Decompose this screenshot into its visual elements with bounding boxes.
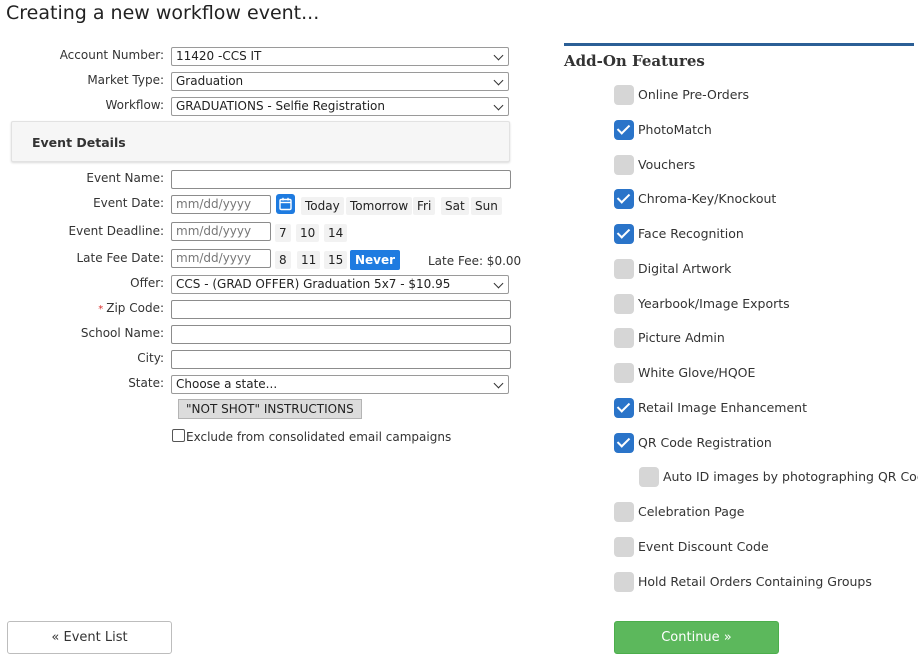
event-deadline-10[interactable]: 10 (296, 224, 320, 242)
addon-feature-label: Yearbook/Image Exports (638, 296, 790, 311)
city-label: City: (137, 351, 164, 365)
addon-feature-label: Vouchers (638, 157, 696, 172)
late-fee-15[interactable]: 15 (324, 251, 348, 269)
event-details-heading: Event Details (32, 135, 126, 150)
event-date-sun[interactable]: Sun (471, 197, 502, 215)
event-date-fri[interactable]: Fri (413, 197, 436, 215)
event-deadline-7[interactable]: 7 (275, 224, 291, 242)
event-date-tomorrow[interactable]: Tomorrow (346, 197, 413, 215)
continue-button[interactable]: Continue » (614, 621, 779, 654)
checkbox-unchecked-icon[interactable] (614, 537, 634, 557)
late-fee-date-label: Late Fee Date: (76, 251, 165, 265)
addon-feature-label: Retail Image Enhancement (638, 400, 807, 415)
event-date-label: Event Date: (93, 196, 164, 210)
account-number-label: Account Number: (59, 48, 164, 62)
exclude-email-label: Exclude from consolidated email campaign… (186, 430, 452, 444)
city-input[interactable] (171, 350, 511, 369)
checkbox-unchecked-icon[interactable] (614, 85, 634, 105)
event-name-input[interactable] (171, 170, 511, 189)
addon-feature-label: Auto ID images by photographing QR Code (663, 469, 918, 484)
page-title: Creating a new workflow event... (6, 2, 320, 24)
required-mark: * (98, 304, 104, 315)
event-date-input[interactable]: mm/dd/yyyy (171, 195, 271, 214)
addon-feature-label: Event Discount Code (638, 539, 769, 554)
addon-feature-label: Online Pre-Orders (638, 87, 750, 102)
zip-code-label-text: Zip Code: (106, 301, 164, 315)
checkbox-unchecked-icon[interactable] (614, 259, 634, 279)
event-date-sat[interactable]: Sat (441, 197, 469, 215)
event-date-today[interactable]: Today (301, 197, 344, 215)
offer-label: Offer: (130, 276, 164, 290)
market-type-label: Market Type: (87, 73, 164, 87)
checkbox-unchecked-icon[interactable] (614, 294, 634, 314)
late-fee-amount: Late Fee: $0.00 (428, 254, 522, 268)
late-fee-11[interactable]: 11 (297, 251, 321, 269)
state-select[interactable]: Choose a state... (171, 375, 509, 394)
school-name-label: School Name: (80, 326, 164, 340)
offer-select[interactable]: CCS - (GRAD OFFER) Graduation 5x7 - $10.… (171, 275, 509, 294)
account-number-select[interactable]: 11420 -CCS IT (171, 47, 509, 66)
late-fee-date-input[interactable]: mm/dd/yyyy (171, 249, 271, 268)
event-list-button[interactable]: « Event List (7, 621, 172, 654)
checkbox-unchecked-icon[interactable] (614, 328, 634, 348)
exclude-email-row[interactable]: Exclude from consolidated email campaign… (172, 429, 451, 444)
account-number-value: 11420 -CCS IT (176, 49, 262, 63)
checkbox-unchecked-icon[interactable] (614, 155, 634, 175)
event-name-label: Event Name: (86, 171, 164, 185)
event-deadline-input[interactable]: mm/dd/yyyy (171, 222, 271, 241)
checkbox-checked-icon[interactable] (614, 189, 634, 209)
addon-feature-label: Picture Admin (638, 330, 725, 345)
addon-feature-label: QR Code Registration (638, 435, 772, 450)
workflow-value: GRADUATIONS - Selfie Registration (176, 99, 385, 113)
event-deadline-label: Event Deadline: (68, 224, 164, 238)
addon-feature-label: PhotoMatch (638, 122, 712, 137)
state-label: State: (128, 376, 164, 390)
addon-feature-label: Hold Retail Orders Containing Groups (638, 574, 872, 589)
checkbox-unchecked-icon[interactable] (614, 502, 634, 522)
addon-feature-label: Digital Artwork (638, 261, 732, 276)
school-name-input[interactable] (171, 325, 511, 344)
event-deadline-14[interactable]: 14 (324, 224, 348, 242)
checkbox-unchecked-icon[interactable] (639, 467, 659, 487)
workflow-label: Workflow: (105, 98, 165, 112)
offer-value: CCS - (GRAD OFFER) Graduation 5x7 - $10.… (176, 277, 451, 291)
workflow-select[interactable]: GRADUATIONS - Selfie Registration (171, 97, 509, 116)
addon-feature-label: Chroma-Key/Knockout (638, 191, 777, 206)
checkbox-checked-icon[interactable] (614, 433, 634, 453)
addon-feature-label: White Glove/HQOE (638, 365, 756, 380)
not-shot-instructions-button[interactable]: "NOT SHOT" INSTRUCTIONS (178, 399, 362, 419)
state-value: Choose a state... (176, 377, 278, 391)
late-fee-never-button[interactable]: Never (350, 250, 401, 270)
checkbox-checked-icon[interactable] (614, 120, 634, 140)
event-details-header: Event Details (11, 121, 510, 162)
zip-code-input[interactable] (171, 300, 511, 319)
addon-accent-bar (564, 43, 914, 46)
addon-feature-label: Celebration Page (638, 504, 745, 519)
addon-features-title: Add-On Features (564, 52, 705, 70)
checkbox-checked-icon[interactable] (614, 224, 634, 244)
calendar-icon (279, 197, 292, 211)
checkbox-unchecked-icon[interactable] (614, 363, 634, 383)
addon-feature-label: Face Recognition (638, 226, 744, 241)
checkbox-checked-icon[interactable] (614, 398, 634, 418)
market-type-value: Graduation (176, 74, 244, 88)
calendar-button[interactable] (276, 194, 295, 214)
market-type-select[interactable]: Graduation (171, 72, 509, 91)
zip-code-label: * Zip Code: (4, 301, 164, 315)
exclude-email-checkbox[interactable] (172, 429, 185, 442)
late-fee-8[interactable]: 8 (275, 251, 291, 269)
checkbox-unchecked-icon[interactable] (614, 572, 634, 592)
